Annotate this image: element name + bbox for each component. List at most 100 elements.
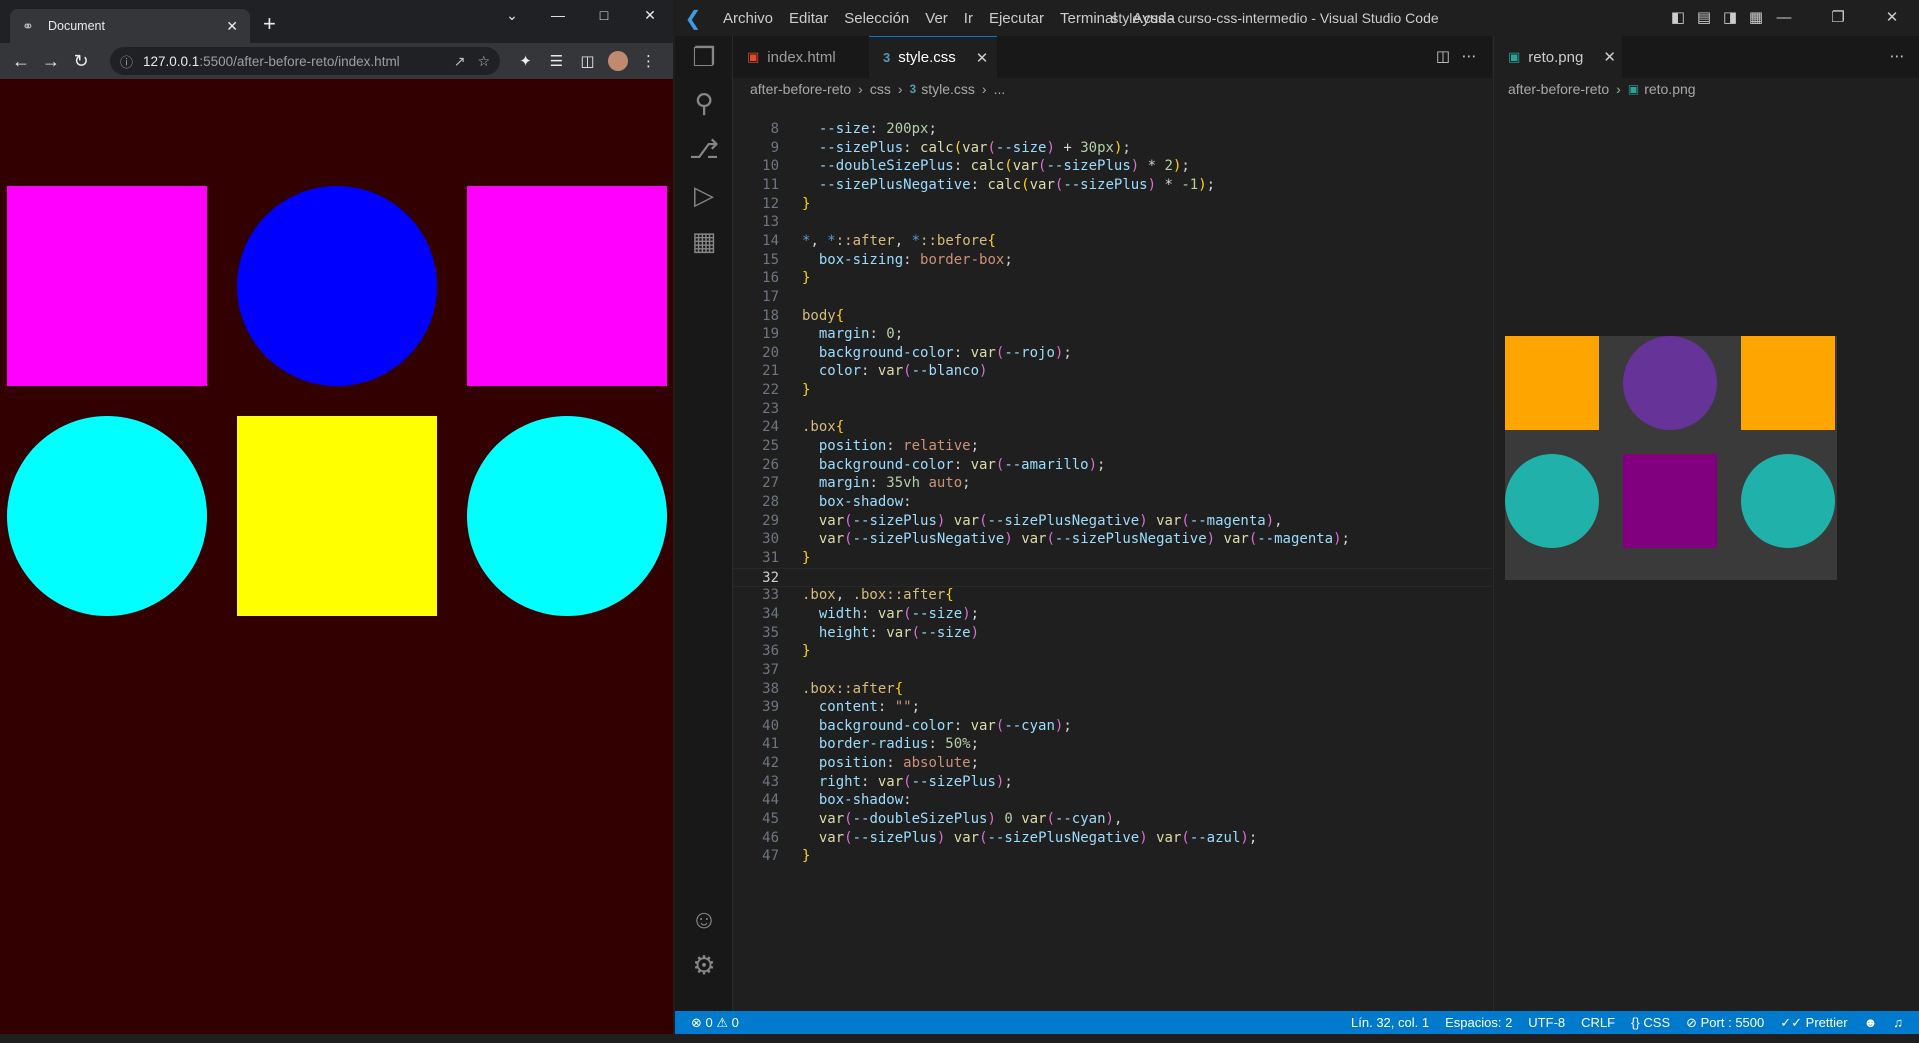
code-line[interactable]: 37 xyxy=(733,661,1492,680)
code-line[interactable]: 18 body{ xyxy=(733,307,1492,326)
code-line[interactable]: 21 color: var(--blanco) xyxy=(733,362,1492,381)
browser-tab[interactable]: ⚭ Document ✕ xyxy=(10,9,250,43)
settings-gear-icon[interactable]: ⚙ xyxy=(675,950,733,981)
tab-search-icon[interactable]: ⌄ xyxy=(489,0,535,32)
more-actions-icon[interactable]: ⋯ xyxy=(1456,36,1482,78)
address-bar[interactable]: ⓘ 127.0.0.1:5500/after-before-reto/index… xyxy=(110,47,500,75)
close-tab-icon[interactable]: ✕ xyxy=(226,18,238,35)
encoding[interactable]: UTF-8 xyxy=(1520,1015,1573,1031)
breadcrumb-folder[interactable]: after-before-reto xyxy=(1508,81,1609,97)
restore-icon[interactable]: ❐ xyxy=(1811,0,1865,36)
problems-indicator[interactable]: ⊗ 0 ⚠ 0 xyxy=(683,1015,747,1031)
kebab-menu-icon[interactable]: ⋮ xyxy=(633,52,664,70)
tab-style-css[interactable]: 3 style.css ✕ xyxy=(869,36,997,78)
code-line[interactable]: 43 right: var(--sizePlus); xyxy=(733,773,1492,792)
breadcrumb-file[interactable]: reto.png xyxy=(1644,81,1695,97)
source-control-icon[interactable]: ⎇ xyxy=(675,134,733,165)
code-line[interactable]: 26 background-color: var(--amarillo); xyxy=(733,456,1492,475)
code-line[interactable]: 14 *, *::after, *::before{ xyxy=(733,232,1492,251)
code-line[interactable]: 41 border-radius: 50%; xyxy=(733,735,1492,754)
side-panel-icon[interactable]: ◫ xyxy=(572,52,603,70)
close-window-icon[interactable]: ✕ xyxy=(627,0,673,32)
code-line[interactable]: 30 var(--sizePlusNegative) var(--sizePlu… xyxy=(733,530,1492,549)
code-line[interactable]: 42 position: absolute; xyxy=(733,754,1492,773)
media-queue-icon[interactable]: ☰ xyxy=(541,52,572,70)
tab-reto-png[interactable]: ▣ reto.png ✕ xyxy=(1494,36,1622,78)
code-line[interactable]: 24 .box{ xyxy=(733,418,1492,437)
extensions-icon[interactable]: ▦ xyxy=(675,226,733,257)
menu-item[interactable]: Selección xyxy=(836,10,917,27)
code-line[interactable]: 20 background-color: var(--rojo); xyxy=(733,344,1492,363)
code-line[interactable]: 9 --sizePlus: calc(var(--size) + 30px); xyxy=(733,139,1492,158)
site-info-icon[interactable]: ⓘ xyxy=(120,52,133,71)
breadcrumb-folder[interactable]: after-before-reto xyxy=(750,81,851,97)
menu-item[interactable]: Ejecutar xyxy=(981,10,1052,27)
close-tab-icon[interactable]: ✕ xyxy=(1603,48,1616,66)
prettier-status[interactable]: ✓✓ Prettier xyxy=(1772,1015,1855,1031)
feedback-icon[interactable]: ☻ xyxy=(1856,1015,1886,1031)
run-debug-icon[interactable]: ▷ xyxy=(675,180,733,211)
search-icon[interactable]: ⚲ xyxy=(675,88,733,119)
new-tab-button[interactable]: + xyxy=(263,13,276,35)
code-line[interactable]: 11 --sizePlusNegative: calc(var(--sizePl… xyxy=(733,176,1492,195)
code-line[interactable]: 44 box-shadow: xyxy=(733,791,1492,810)
code-line[interactable]: 19 margin: 0; xyxy=(733,325,1492,344)
tab-index-html[interactable]: ▣ index.html xyxy=(733,36,869,78)
notifications-bell-icon[interactable]: ♫ xyxy=(1885,1015,1911,1031)
address-bar-url[interactable]: 127.0.0.1:5500/after-before-reto/index.h… xyxy=(143,54,442,69)
code-line[interactable]: 32 xyxy=(733,567,1492,587)
breadcrumb-folder[interactable]: css xyxy=(870,81,891,97)
code-line[interactable]: 17 xyxy=(733,288,1492,307)
code-line[interactable]: 13 xyxy=(733,213,1492,232)
code-line[interactable]: 25 position: relative; xyxy=(733,437,1492,456)
cursor-position[interactable]: Lín. 32, col. 1 xyxy=(1343,1015,1437,1031)
menu-item[interactable]: Archivo xyxy=(715,10,781,27)
code-line[interactable]: 23 xyxy=(733,400,1492,419)
code-line[interactable]: 46 var(--sizePlus) var(--sizePlusNegativ… xyxy=(733,829,1492,848)
code-line[interactable]: 16} xyxy=(733,269,1492,288)
code-line[interactable]: 39 content: ""; xyxy=(733,698,1492,717)
menu-item[interactable]: Editar xyxy=(781,10,836,27)
back-icon[interactable]: ← xyxy=(6,51,36,72)
breadcrumb-symbol[interactable]: ... xyxy=(994,81,1006,97)
minimize-icon[interactable]: — xyxy=(535,0,581,32)
more-actions-icon[interactable]: ⋯ xyxy=(1884,36,1910,78)
explorer-icon[interactable]: ❐ xyxy=(675,42,733,73)
code-line[interactable]: 10 --doubleSizePlus: calc(var(--sizePlus… xyxy=(733,157,1492,176)
code-line[interactable]: 35 height: var(--size) xyxy=(733,624,1492,643)
code-line[interactable]: 31} xyxy=(733,549,1492,568)
code-line[interactable]: 38 .box::after{ xyxy=(733,680,1492,699)
accounts-icon[interactable]: ☺ xyxy=(675,904,733,935)
code-line[interactable]: 40 background-color: var(--cyan); xyxy=(733,717,1492,736)
toggle-primary-sidebar-icon[interactable]: ◧ xyxy=(1665,0,1691,36)
profile-avatar[interactable] xyxy=(608,51,628,71)
end-of-line[interactable]: CRLF xyxy=(1573,1015,1623,1031)
close-window-icon[interactable]: ✕ xyxy=(1865,0,1919,36)
code-editor[interactable]: 8 --size: 200px; 9 --sizePlus: calc(var(-… xyxy=(733,120,1492,1000)
bookmark-star-icon[interactable]: ☆ xyxy=(477,53,490,70)
extensions-puzzle-icon[interactable]: ✦ xyxy=(510,52,541,70)
live-server-port[interactable]: ⊘ Port : 5500 xyxy=(1678,1015,1772,1031)
code-line[interactable]: 12} xyxy=(733,195,1492,214)
menu-item[interactable]: Ver xyxy=(917,10,956,27)
code-line[interactable]: 8 --size: 200px; xyxy=(733,120,1492,139)
maximize-icon[interactable]: □ xyxy=(581,0,627,32)
code-line[interactable]: 22} xyxy=(733,381,1492,400)
share-icon[interactable]: ↗ xyxy=(454,53,466,70)
menu-item[interactable]: Ir xyxy=(956,10,981,27)
toggle-secondary-sidebar-icon[interactable]: ◨ xyxy=(1717,0,1743,36)
minimize-icon[interactable]: — xyxy=(1757,0,1811,36)
code-line[interactable]: 47} xyxy=(733,847,1492,866)
breadcrumb-file[interactable]: style.css xyxy=(921,81,975,97)
code-line[interactable]: 15 box-sizing: border-box; xyxy=(733,251,1492,270)
language-mode[interactable]: {} CSS xyxy=(1623,1015,1678,1031)
indentation[interactable]: Espacios: 2 xyxy=(1437,1015,1520,1031)
code-line[interactable]: 36} xyxy=(733,642,1492,661)
close-tab-icon[interactable]: ✕ xyxy=(976,49,989,67)
code-line[interactable]: 28 box-shadow: xyxy=(733,493,1492,512)
toggle-panel-icon[interactable]: ▤ xyxy=(1691,0,1717,36)
split-editor-icon[interactable]: ◫ xyxy=(1430,36,1456,78)
code-line[interactable]: 27 margin: 35vh auto; xyxy=(733,474,1492,493)
code-line[interactable]: 33 .box, .box::after{ xyxy=(733,586,1492,605)
forward-icon[interactable]: → xyxy=(36,51,66,72)
